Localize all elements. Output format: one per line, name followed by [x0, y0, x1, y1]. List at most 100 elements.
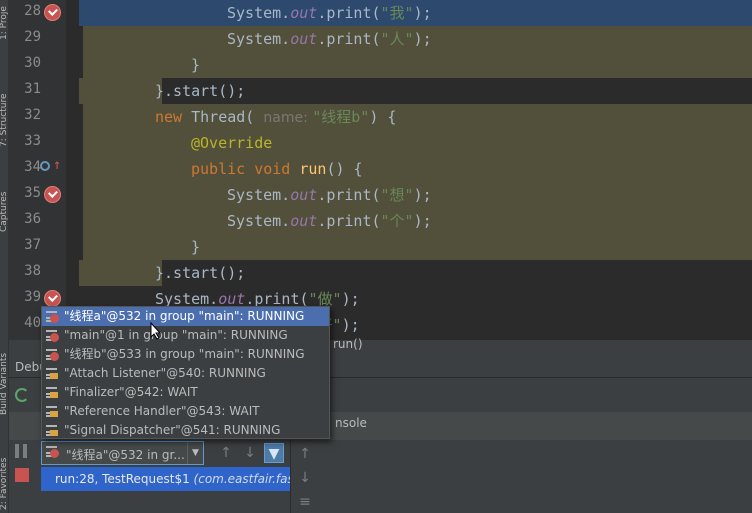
- thread-breakpoint-icon: [46, 310, 59, 323]
- code-token: () {: [326, 160, 363, 178]
- code-token: out: [290, 186, 318, 204]
- code-token: );: [413, 30, 432, 48]
- line-number: 40: [24, 315, 41, 331]
- code-token: "我": [380, 4, 414, 22]
- code-line[interactable]: System.out.print("个");: [79, 208, 752, 234]
- code-token: }.start();: [155, 82, 246, 100]
- editor-gutter: 28 29 30 31 32 33 34 ↑ 35 36 37 38 39 40: [9, 0, 80, 340]
- gutter-line[interactable]: 33: [9, 130, 66, 156]
- code-token: out: [290, 30, 318, 48]
- code-line[interactable]: }.start();: [79, 78, 752, 104]
- thread-item[interactable]: "main"@1 in group "main": RUNNING: [42, 326, 329, 345]
- line-number: 35: [24, 185, 41, 201]
- thread-item[interactable]: "Reference Handler"@543: WAIT: [42, 402, 329, 421]
- debug-sidebar: [9, 378, 35, 513]
- code-token: out: [290, 212, 318, 230]
- code-line[interactable]: System.out.print("想");: [79, 182, 752, 208]
- thread-label: "线程a"@532 in group "main": RUNNING: [64, 309, 305, 323]
- line-number: 37: [24, 237, 41, 253]
- code-token: public void: [191, 160, 300, 178]
- code-token: out: [290, 4, 318, 22]
- gutter-line[interactable]: 28: [9, 0, 66, 26]
- frame-method: run:28, TestRequest$1: [55, 472, 194, 486]
- code-token: );: [341, 290, 360, 308]
- code-token: }: [191, 56, 201, 74]
- stack-frame-row[interactable]: run:28, TestRequest$1 (com.eastfair.fash: [41, 467, 290, 491]
- code-line[interactable]: }: [79, 52, 752, 78]
- restore-layout-icon[interactable]: ≡: [295, 492, 315, 512]
- frame-package: (com.eastfair.fash: [193, 472, 290, 486]
- arrow-down-icon[interactable]: ↓: [240, 443, 260, 463]
- thread-item[interactable]: "Attach Listener"@540: RUNNING: [42, 364, 329, 383]
- breakpoint-icon[interactable]: [44, 290, 61, 307]
- code-line[interactable]: @Override: [79, 130, 752, 156]
- thread-item[interactable]: "Signal Dispatcher"@541: RUNNING: [42, 421, 329, 440]
- code-token: }: [191, 238, 201, 256]
- thread-breakpoint-icon: [46, 445, 59, 458]
- tool-window-strip: 1: Proje 7: Structure Captures Build Varian…: [0, 0, 9, 513]
- code-line[interactable]: public void run() {: [79, 156, 752, 182]
- code-token: "个": [380, 212, 414, 230]
- thread-suspended-icon: [46, 348, 59, 361]
- code-token: System.: [227, 4, 291, 22]
- code-line[interactable]: }.start();: [79, 260, 752, 286]
- thread-selector-value: "线程a"@532 in gr...: [66, 448, 184, 462]
- thread-item[interactable]: "线程b"@533 in group "main": RUNNING: [42, 345, 329, 364]
- line-number: 34: [24, 159, 41, 175]
- filter-icon[interactable]: ▼: [264, 443, 284, 463]
- rerun-icon[interactable]: [15, 388, 29, 402]
- gutter-line[interactable]: 32: [9, 104, 66, 130]
- code-editor[interactable]: System.out.print("我"); System.out.print("…: [79, 0, 752, 340]
- thread-icon: [46, 386, 59, 399]
- code-token: System.: [227, 186, 291, 204]
- chevron-down-icon[interactable]: ▼: [187, 442, 203, 464]
- thread-selector[interactable]: "线程a"@532 in gr... ▼: [41, 441, 204, 465]
- code-token: }.start();: [155, 264, 246, 282]
- line-number: 28: [24, 3, 41, 19]
- thread-icon: [46, 405, 59, 418]
- thread-label: "线程b"@533 in group "main": RUNNING: [64, 347, 305, 361]
- code-line[interactable]: new Thread( name: "线程b") {: [79, 104, 752, 130]
- thread-label: "Signal Dispatcher"@541: RUNNING: [64, 423, 281, 437]
- code-token: new: [155, 108, 192, 126]
- thread-dropdown-list: "线程a"@532 in group "main": RUNNING "main"…: [41, 306, 330, 439]
- run-method-label: run(): [333, 337, 363, 351]
- code-token: "人": [380, 30, 414, 48]
- override-arrow-icon: ↑: [53, 157, 62, 173]
- gutter-line[interactable]: 35: [9, 182, 66, 208]
- gutter-line[interactable]: 38: [9, 260, 80, 286]
- code-token: "想": [380, 186, 414, 204]
- line-number: 33: [24, 133, 41, 149]
- arrow-up-icon[interactable]: ↑: [216, 443, 236, 463]
- override-icon[interactable]: [40, 161, 50, 171]
- code-line[interactable]: System.out.print("人");: [79, 26, 752, 52]
- code-line[interactable]: }: [79, 234, 752, 260]
- stop-icon[interactable]: [15, 468, 29, 482]
- code-token: );: [341, 316, 360, 334]
- thread-suspended-icon: [46, 329, 59, 342]
- code-token: .print(: [317, 4, 381, 22]
- code-token: );: [413, 212, 432, 230]
- arrow-down-icon[interactable]: ↓: [295, 468, 315, 488]
- thread-icon: [46, 424, 59, 437]
- tab-console[interactable]: nsole: [335, 416, 367, 430]
- gutter-line[interactable]: 30: [9, 52, 80, 78]
- thread-item[interactable]: "Finalizer"@542: WAIT: [42, 383, 329, 402]
- gutter-line[interactable]: 34 ↑: [9, 156, 80, 182]
- code-token: Thread(: [191, 108, 264, 126]
- arrow-up-icon[interactable]: ↑: [295, 444, 315, 464]
- variables-toolbar: ↑ ↓ ≡: [291, 440, 317, 513]
- gutter-line[interactable]: 36: [9, 208, 66, 234]
- breakpoint-icon[interactable]: [44, 4, 61, 21]
- breakpoint-icon[interactable]: [44, 186, 61, 203]
- code-token: ) {: [369, 108, 397, 126]
- pause-icon[interactable]: [15, 444, 27, 458]
- code-token: System.: [227, 30, 291, 48]
- gutter-line[interactable]: 31: [9, 78, 80, 104]
- thread-item[interactable]: "线程a"@532 in group "main": RUNNING: [42, 307, 329, 326]
- gutter-line[interactable]: 37: [9, 234, 80, 260]
- fold-bar: [66, 0, 79, 340]
- code-line[interactable]: System.out.print("我");: [79, 0, 752, 26]
- code-token: run: [299, 160, 327, 178]
- gutter-line[interactable]: 29: [9, 26, 66, 52]
